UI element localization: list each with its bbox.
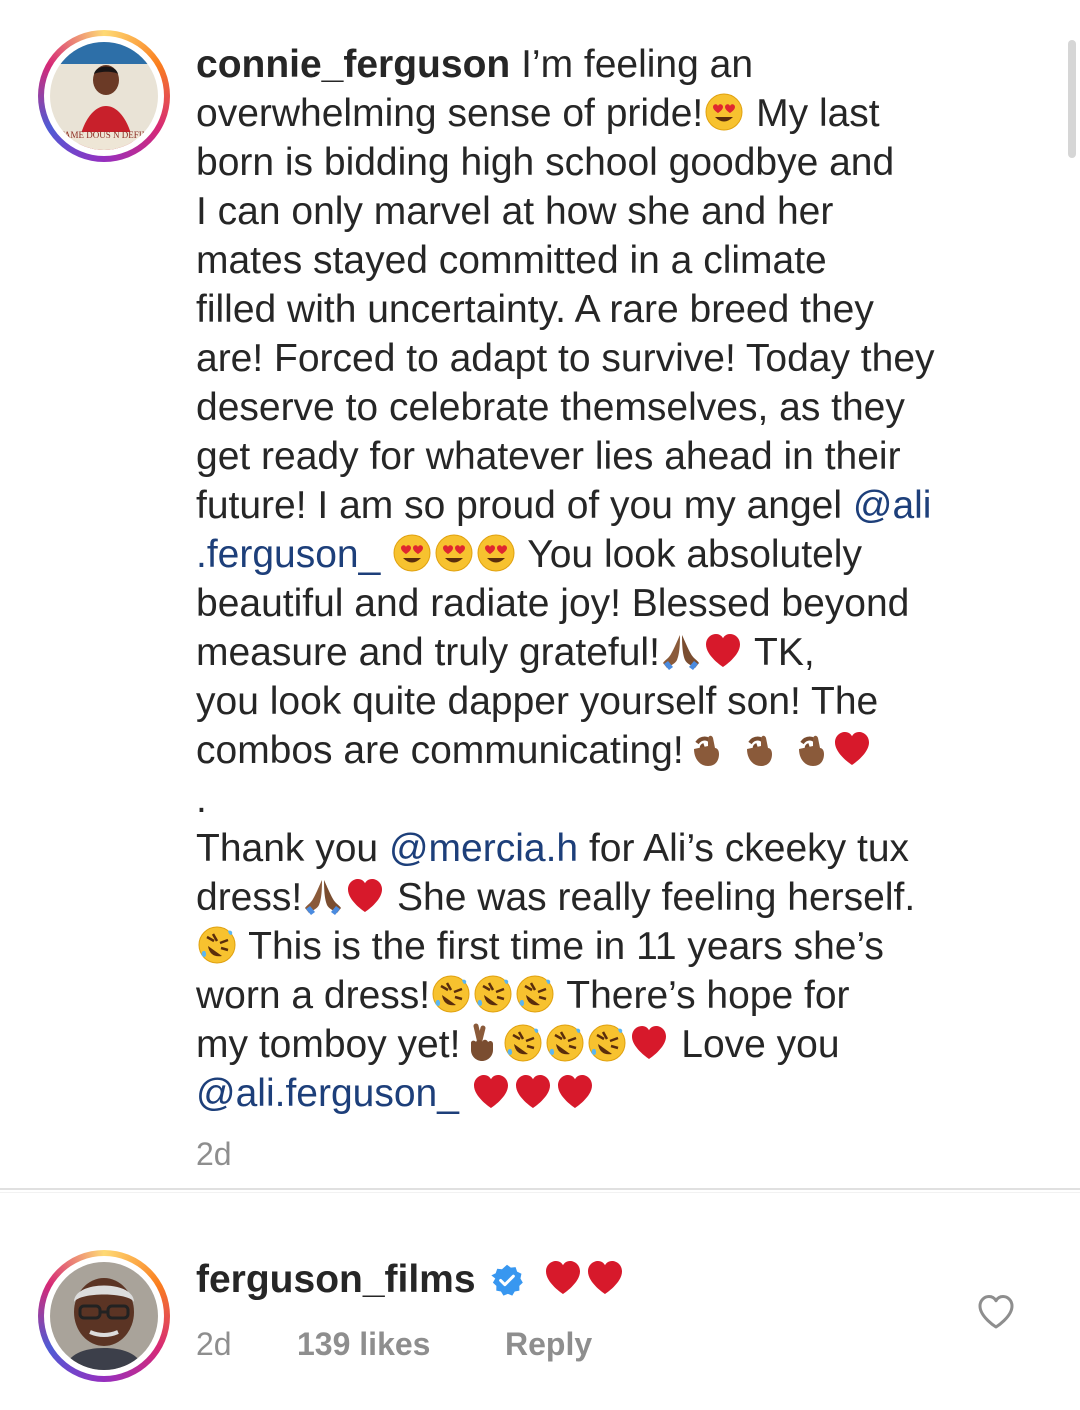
rofl-emoji-icon xyxy=(431,974,471,1014)
ok-hand-emoji-icon xyxy=(685,729,725,769)
heart-eyes-emoji-icon xyxy=(434,533,474,573)
caption-line: beautiful and radiate joy! Blessed beyon… xyxy=(196,582,910,625)
comment-username[interactable]: ferguson_films xyxy=(196,1258,476,1301)
reply-button[interactable]: Reply xyxy=(505,1326,592,1363)
red-heart-emoji-icon xyxy=(345,876,385,916)
caption-line: my tomboy yet! xyxy=(196,1023,461,1066)
caption-line: are! Forced to adapt to survive! Today t… xyxy=(196,337,935,380)
comment-timestamp: 2d xyxy=(196,1326,232,1362)
heart-eyes-emoji-icon xyxy=(392,533,432,573)
caption-line: worn a dress! xyxy=(196,974,431,1017)
red-heart-emoji-icon xyxy=(832,729,872,769)
caption-line: overwhelming sense of pride! xyxy=(196,92,704,135)
rofl-emoji-icon xyxy=(515,974,555,1014)
post-username[interactable]: connie_ferguson xyxy=(196,43,510,86)
mention-ali-ferguson[interactable]: @ali xyxy=(853,484,932,527)
caption-line: for Ali’s ckeeky tux xyxy=(588,827,910,870)
praying-hands-emoji-icon xyxy=(303,876,343,916)
divider-shadow xyxy=(0,1192,1080,1193)
caption-line: combos are communicating! xyxy=(196,729,684,772)
mention-mercia-h[interactable]: @mercia.h xyxy=(389,827,578,870)
caption-line: born is bidding high school goodbye and xyxy=(196,141,895,184)
caption-line: This is the first time in 11 years she’s xyxy=(248,925,884,968)
comment-likes-count[interactable]: 139 likes xyxy=(297,1326,430,1363)
crossed-fingers-emoji-icon xyxy=(461,1023,501,1063)
caption-line: I can only marvel at how she and her xyxy=(196,190,834,233)
red-heart-emoji-icon xyxy=(703,631,743,671)
caption-line: You look absolutely xyxy=(527,533,862,576)
heart-eyes-emoji-icon xyxy=(476,533,516,573)
scrollbar[interactable] xyxy=(1068,40,1076,158)
caption-line: you look quite dapper yourself son! The xyxy=(196,680,879,723)
comment: ferguson_films xyxy=(196,1258,626,1302)
rofl-emoji-icon xyxy=(503,1023,543,1063)
caption-line: future! I am so proud of you my angel xyxy=(196,484,843,527)
magazine-cover-photo: FAME DOUS N DEFIN xyxy=(50,42,158,150)
red-heart-emoji-icon xyxy=(513,1072,553,1112)
red-heart-emoji-icon xyxy=(629,1023,669,1063)
heart-eyes-emoji-icon xyxy=(704,92,744,132)
cover-text: FAME DOUS N DEFIN xyxy=(59,130,149,140)
commenter-photo xyxy=(50,1262,158,1370)
red-heart-emoji-icon xyxy=(471,1072,511,1112)
caption-line: She was really feeling herself. xyxy=(397,876,916,919)
caption-line: Love you xyxy=(681,1023,840,1066)
caption-line: filled with uncertainty. A rare breed th… xyxy=(196,288,874,331)
praying-hands-emoji-icon xyxy=(661,631,701,671)
post-author-avatar[interactable]: FAME DOUS N DEFIN xyxy=(38,30,170,162)
rofl-emoji-icon xyxy=(545,1023,585,1063)
caption-line: There’s hope for xyxy=(566,974,850,1017)
red-heart-emoji-icon xyxy=(555,1072,595,1112)
red-heart-emoji-icon xyxy=(543,1258,583,1298)
caption-line: I’m feeling an xyxy=(521,43,754,86)
caption-line: Thank you xyxy=(196,827,379,870)
commenter-avatar[interactable] xyxy=(38,1250,170,1382)
divider xyxy=(0,1188,1080,1190)
red-heart-emoji-icon xyxy=(585,1258,625,1298)
caption-line: My last xyxy=(756,92,880,135)
caption-line: TK, xyxy=(754,631,815,674)
caption-line: . xyxy=(196,778,207,821)
ok-hand-emoji-icon xyxy=(790,729,830,769)
caption-line: get ready for whatever lies ahead in the… xyxy=(196,435,901,478)
caption-line: measure and truly grateful! xyxy=(196,631,660,674)
heart-outline-icon[interactable] xyxy=(976,1292,1016,1332)
post-caption: FAME DOUS N DEFIN connie_ferguson I’m fe… xyxy=(0,0,1080,1188)
mention-ali-ferguson-cont[interactable]: .ferguson_ xyxy=(196,533,380,576)
caption-text: connie_ferguson I’m feeling an overwhelm… xyxy=(196,40,996,1118)
ok-hand-emoji-icon xyxy=(738,729,778,769)
caption-line: mates stayed committed in a climate xyxy=(196,239,827,282)
caption-line: deserve to celebrate themselves, as they xyxy=(196,386,905,429)
caption-line: dress! xyxy=(196,876,303,919)
post-timestamp: 2d xyxy=(196,1136,232,1172)
rofl-emoji-icon xyxy=(587,1023,627,1063)
verified-badge-icon xyxy=(491,1264,524,1296)
mention-ali-ferguson-2[interactable]: @ali.ferguson_ xyxy=(196,1072,459,1115)
rofl-emoji-icon xyxy=(197,925,237,965)
rofl-emoji-icon xyxy=(473,974,513,1014)
